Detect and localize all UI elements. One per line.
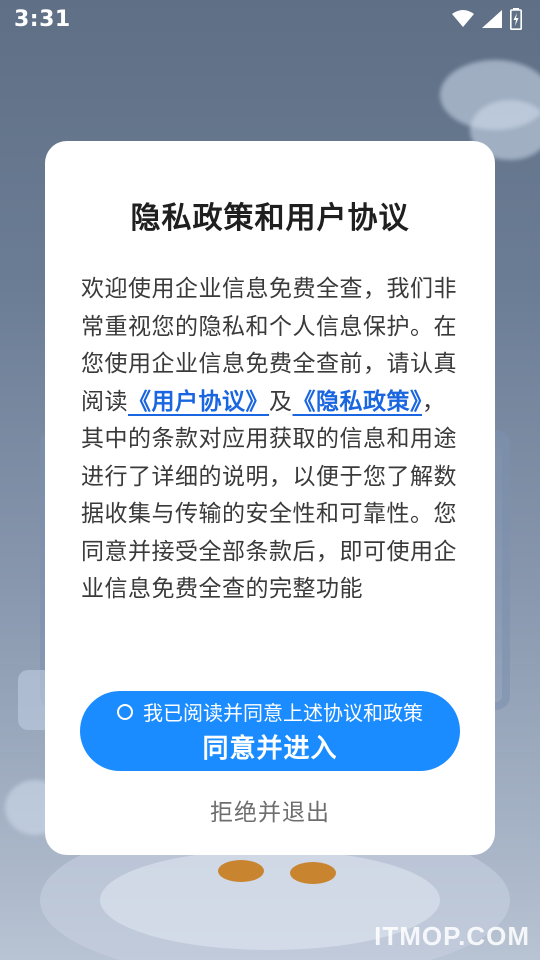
watermark: ITMOP.COM [374,921,530,951]
status-icons [452,8,522,30]
status-bar: 3:31 [0,0,540,38]
status-time: 3:31 [14,6,71,32]
agree-checkbox-label: 我已阅读并同意上述协议和政策 [143,701,423,725]
user-agreement-link[interactable]: 《用户协议》 [128,389,269,415]
signal-icon [482,10,502,28]
mascot-foot [290,862,336,884]
reject-exit-button[interactable]: 拒绝并退出 [45,793,495,827]
privacy-dialog: 隐私政策和用户协议 欢迎使用企业信息免费全查，我们非常重视您的隐私和个人信息保护… [45,141,495,855]
battery-charging-icon [510,8,522,30]
body-text-and: 及 [269,388,293,415]
agree-checkbox-row[interactable]: 我已阅读并同意上述协议和政策 [117,697,423,726]
wifi-icon [452,10,474,28]
dialog-body: 欢迎使用企业信息免费全查，我们非常重视您的隐私和个人信息保护。在您使用企业信息免… [81,271,459,609]
agree-button-label: 同意并进入 [202,734,338,764]
dialog-title: 隐私政策和用户协议 [130,201,410,236]
privacy-policy-link[interactable]: 《隐私政策》 [293,389,423,415]
agree-radio-icon[interactable] [117,703,133,720]
agree-enter-button[interactable]: 我已阅读并同意上述协议和政策 同意并进入 [80,691,460,771]
body-text-continued: ， 其中的条款对应用获取的信息和用途进行了详细的说明，以便于您了解数据收集与传输… [81,388,457,603]
mascot-foot [218,860,264,882]
